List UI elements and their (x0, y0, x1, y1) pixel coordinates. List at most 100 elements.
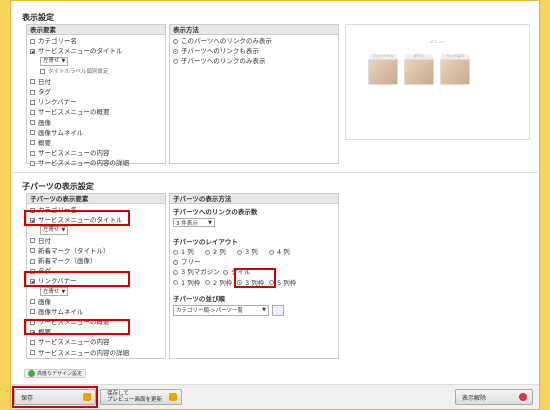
option-label: 子パーツへのリンクも表示 (181, 47, 259, 56)
option-label: 新着マーク（画像） (38, 256, 97, 265)
checkbox[interactable] (30, 150, 35, 156)
save-preview-label-2: プレビュー画面を更新 (107, 397, 163, 403)
radio-option[interactable]: 4 列 (269, 247, 301, 257)
checkbox[interactable] (30, 140, 35, 146)
radio[interactable] (173, 269, 178, 275)
radio-option[interactable]: フリー (173, 257, 313, 267)
align-select[interactable]: 左寄せ ▼ (40, 225, 68, 235)
radio[interactable] (173, 259, 178, 265)
radio[interactable] (173, 249, 178, 255)
checkbox[interactable] (30, 48, 35, 54)
lock-icon (169, 393, 177, 401)
checkbox-option[interactable]: サービスメニューの内容の詳細 (30, 158, 162, 168)
edit-order-icon[interactable] (272, 304, 284, 316)
checkbox[interactable] (30, 130, 35, 136)
preview-pane: メニュー フェイシャル ボディ ヘッドスパ (345, 24, 530, 140)
display-elements-header: 表示要素 (27, 25, 165, 35)
checkbox[interactable] (30, 79, 35, 85)
checkbox[interactable] (30, 309, 35, 315)
radio-option[interactable]: このパーツへのリンクのみ表示 (173, 36, 335, 46)
chevron-down-icon: ▼ (208, 219, 212, 226)
radio[interactable] (269, 249, 274, 255)
option-label: リンクバナー (38, 98, 77, 107)
advanced-design-button[interactable]: 高度なデザイン設定 (24, 369, 87, 378)
checkbox-option[interactable]: サービスメニューのタイトル (30, 46, 162, 56)
option-label: 日付 (38, 236, 51, 245)
checkbox-option[interactable]: 新着マーク（タイトル） (30, 246, 162, 256)
option-label: このパーツへのリンクのみ表示 (181, 37, 272, 45)
save-preview-button[interactable]: 保存して プレビュー画面を更新 (100, 389, 182, 405)
option-label: 画像 (38, 118, 51, 127)
checkbox-option[interactable]: サービスメニューの概要 (30, 107, 162, 117)
chevron-down-icon: ▼ (61, 288, 66, 295)
checkbox-option[interactable]: 日付 (30, 236, 162, 246)
radio-option[interactable]: 3 列 (237, 247, 269, 257)
checkbox[interactable] (30, 99, 35, 105)
highlight-3col-frame (234, 268, 276, 288)
plus-icon (28, 370, 35, 377)
checkbox-option[interactable]: 日付 (30, 77, 162, 87)
checkbox[interactable] (30, 109, 35, 115)
checkbox-option[interactable]: 概要 (30, 138, 162, 148)
option-label: サービスメニューのタイトル (38, 47, 123, 56)
checkbox[interactable] (30, 238, 35, 244)
cancel-display-button[interactable]: 表示解除 (455, 389, 533, 405)
checkbox[interactable] (30, 38, 35, 44)
checkbox[interactable] (30, 350, 35, 356)
advanced-design-label: 高度なデザイン設定 (37, 371, 83, 377)
radio-option[interactable]: 子パーツへのリンクも表示 (173, 46, 335, 56)
link-count-value: 3 件表示 (176, 220, 198, 227)
align-select[interactable]: 左寄せ ▼ (40, 56, 68, 66)
radio-option[interactable]: 2 列 (205, 247, 237, 257)
checkbox-option[interactable]: リンクバナー (30, 97, 162, 107)
align-select[interactable]: 左寄せ ▼ (40, 287, 68, 297)
order-select[interactable]: カテゴリー順->パーツ一覧 ▼ (173, 304, 269, 316)
radio-option[interactable]: 3 列マガジン (173, 267, 223, 277)
radio-option[interactable]: 1 列枠 (173, 278, 205, 288)
radio[interactable] (173, 280, 178, 286)
child-settings-title: 子パーツの表示設定 (22, 182, 94, 191)
radio[interactable] (173, 38, 178, 44)
checkbox[interactable] (30, 258, 35, 264)
align-value: 左寄せ (43, 58, 60, 65)
link-count-select[interactable]: 3 件表示 ▼ (173, 218, 215, 227)
checkbox[interactable] (30, 299, 35, 305)
preview-thumb-2: ボディ (404, 54, 434, 85)
checkbox-option[interactable]: タイトルラベル個別設定 (30, 67, 162, 77)
radio[interactable] (205, 280, 210, 286)
checkbox-option[interactable]: サービスメニューの内容 (30, 148, 162, 158)
radio-option[interactable]: 1 列 (173, 247, 205, 257)
checkbox-option[interactable]: サービスメニューの内容 (30, 337, 162, 347)
checkbox-option[interactable]: 画像サムネイル (30, 307, 162, 317)
checkbox-option[interactable]: 画像 (30, 118, 162, 128)
checkbox[interactable] (30, 248, 35, 254)
radio[interactable] (205, 249, 210, 255)
checkbox-option[interactable]: 画像 (30, 297, 162, 307)
radio[interactable] (223, 269, 228, 275)
checkbox-option[interactable]: カテゴリー名 (30, 36, 162, 46)
display-elements-box: 表示要素 カテゴリー名 サービスメニューのタイトル 左寄せ ▼ タイトルラベル個別設定日… (26, 24, 166, 167)
option-label: タイトルラベル個別設定 (48, 68, 109, 75)
radio-option[interactable]: 子パーツへのリンクのみ表示 (173, 56, 335, 66)
checkbox-option[interactable]: タグ (30, 87, 162, 97)
checkbox[interactable] (40, 69, 45, 75)
option-label: 2 列 (213, 248, 226, 256)
checkbox-option[interactable]: サービスメニューの内容の詳細 (30, 348, 162, 358)
checkbox[interactable] (30, 89, 35, 95)
option-label: 1 列 (181, 248, 194, 256)
checkbox[interactable] (30, 120, 35, 126)
radio[interactable] (173, 58, 178, 64)
display-method-list: このパーツへのリンクのみ表示 子パーツへのリンクも表示 子パーツへのリンクのみ表示 (170, 35, 338, 68)
highlight-link-banner (24, 271, 130, 287)
option-label: 画像サムネイル (38, 307, 84, 316)
radio[interactable] (237, 249, 242, 255)
option-label: 5 列枠 (277, 278, 297, 287)
preview-thumb-3: ヘッドスパ (440, 54, 470, 85)
checkbox[interactable] (30, 340, 35, 346)
display-method-box: 表示方法 このパーツへのリンクのみ表示 子パーツへのリンクも表示 子パーツへのリンク… (169, 24, 339, 164)
checkbox-option[interactable]: 画像サムネイル (30, 128, 162, 138)
radio[interactable] (173, 48, 178, 54)
checkbox[interactable] (30, 160, 35, 166)
radio-option[interactable]: 2 列枠 (205, 278, 237, 288)
checkbox-option[interactable]: 新着マーク（画像） (30, 256, 162, 266)
